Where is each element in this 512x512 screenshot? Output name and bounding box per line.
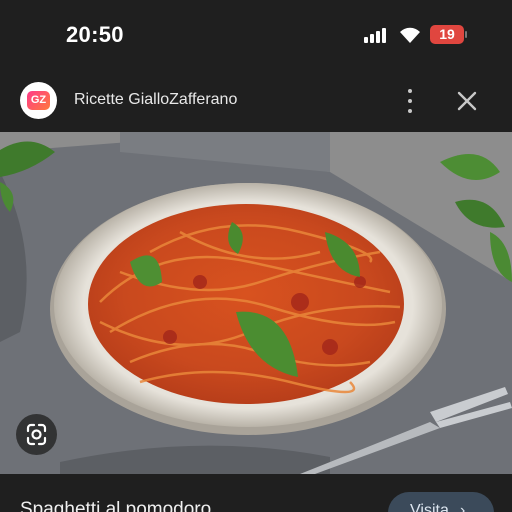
google-lens-icon [26,423,47,446]
visit-button[interactable]: Visita › [388,492,494,512]
google-lens-button[interactable] [16,414,57,455]
site-logo-mark: GZ [27,91,50,110]
result-image[interactable] [0,132,512,474]
chevron-right-icon: › [460,502,466,512]
visit-button-label: Visita [410,502,449,512]
more-options-button[interactable] [398,86,422,116]
close-icon [457,91,477,111]
close-button[interactable] [454,88,480,114]
site-name[interactable]: Ricette GialloZafferano [74,91,237,109]
site-logo[interactable]: GZ [20,82,57,119]
spaghetti-photo [0,132,512,474]
result-footer: Spaghetti al pomodoro Visita › [0,474,512,512]
result-title[interactable]: Spaghetti al pomodoro [20,499,211,512]
battery-icon: 19 [430,25,467,44]
battery-level: 19 [439,26,455,42]
wifi-icon [398,24,422,44]
signal-icon [364,27,390,43]
result-header: GZ Ricette GialloZafferano [0,70,512,132]
status-bar: 20:50 19 [0,0,512,70]
status-time: 20:50 [66,22,124,47]
